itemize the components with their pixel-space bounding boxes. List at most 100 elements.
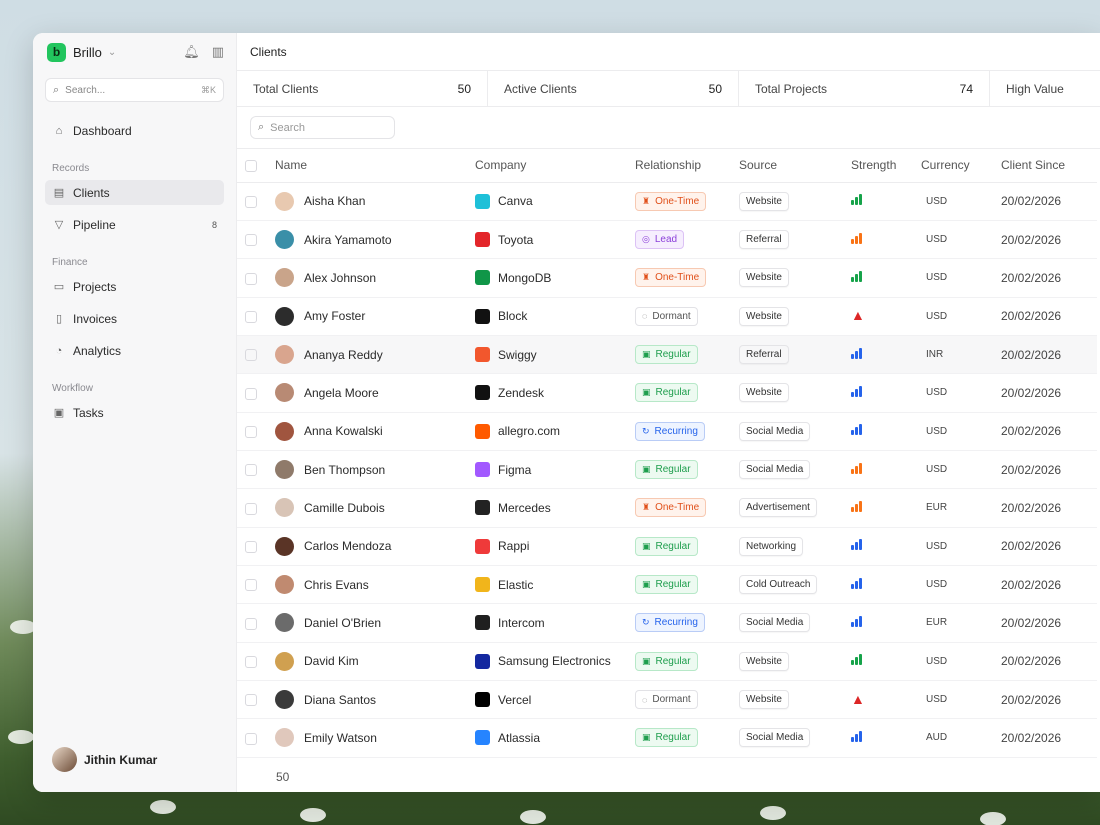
search-icon: ⌕ — [53, 83, 60, 96]
relationship-label: One-Time — [655, 502, 700, 514]
table-row[interactable]: Diana Santos Vercel ◌ Dormant Website ▲ USD 20/… — [237, 680, 1097, 720]
company-name: Toyota — [498, 232, 534, 247]
relationship-label: Regular — [655, 349, 691, 361]
client-name[interactable]: Carlos Mendoza — [304, 539, 391, 553]
table-row[interactable]: Anna Kowalski allegro.com ↻ Recurring Social… — [237, 412, 1097, 451]
avatar — [275, 345, 294, 365]
row-checkbox[interactable] — [245, 311, 257, 324]
sidebar-item-tasks[interactable]: ▣ Tasks — [45, 400, 224, 425]
table-row[interactable]: Akira Yamamoto Toyota ◎ Lead Referral USD 20/0… — [237, 220, 1097, 260]
row-checkbox[interactable] — [245, 349, 257, 362]
row-checkbox[interactable] — [245, 502, 257, 515]
table-row[interactable]: Amy Foster Block ◌ Dormant Website ▲ USD 20/02/… — [237, 297, 1097, 336]
row-checkbox[interactable] — [245, 732, 257, 745]
client-name[interactable]: Daniel O'Brien — [304, 616, 381, 630]
company-name: Elastic — [498, 577, 534, 592]
table-row[interactable]: Chris Evans Elastic ▣ Regular Cold Outreach U… — [237, 565, 1097, 605]
folder-icon: ▭ — [53, 281, 65, 293]
table-row[interactable]: Carlos Mendoza Rappi ▣ Regular Networking USD… — [237, 527, 1097, 566]
table-header-row: Name Company Relationship Source Strengt… — [237, 149, 1097, 183]
table-row[interactable]: Daniel O'Brien Intercom ↻ Recurring Social M… — [237, 603, 1097, 643]
select-all-checkbox[interactable] — [245, 160, 257, 173]
chevron-down-icon[interactable]: ⌄ — [108, 47, 116, 58]
column-header-strength[interactable]: Strength — [851, 149, 921, 183]
sidebar-item-dashboard[interactable]: ⌂ Dashboard — [45, 118, 224, 143]
sidebar-item-projects[interactable]: ▭ Projects — [45, 274, 224, 299]
client-name[interactable]: Diana Santos — [304, 693, 376, 707]
workspace-switcher[interactable]: b Brillo ⌄ 🔔︎ ▥ — [33, 33, 236, 71]
relationship-icon: ▣ — [642, 464, 651, 475]
row-checkbox[interactable] — [245, 579, 257, 592]
relationship-icon: ▣ — [642, 579, 651, 590]
signal-strength-icon — [851, 424, 862, 436]
avatar — [275, 306, 294, 326]
table-row[interactable]: David Kim Samsung Electronics ▣ Regular Webs… — [237, 642, 1097, 681]
row-checkbox[interactable] — [245, 426, 257, 439]
client-since-date: 20/02/2026 — [1001, 692, 1062, 707]
column-header-name[interactable]: Name — [275, 149, 475, 183]
avatar — [275, 498, 294, 518]
column-header-client-since[interactable]: Client Since — [1001, 149, 1097, 183]
client-since-date: 20/02/2026 — [1001, 232, 1062, 247]
client-since-date: 20/02/2026 — [1001, 500, 1062, 515]
sidebar-toggle-icon[interactable]: ▥ — [212, 44, 224, 60]
stat-label: High Value — [1006, 81, 1064, 96]
column-header-company[interactable]: Company — [475, 149, 635, 183]
relationship-icon: ▣ — [642, 655, 651, 666]
sidebar-item-label: Analytics — [73, 343, 122, 358]
client-name[interactable]: Camille Dubois — [304, 501, 385, 515]
bell-icon[interactable]: 🔔︎ — [183, 44, 200, 60]
sidebar-item-clients[interactable]: ▤ Clients — [45, 180, 224, 205]
column-header-source[interactable]: Source — [739, 149, 851, 183]
row-checkbox[interactable] — [245, 234, 257, 247]
client-name[interactable]: Ben Thompson — [304, 463, 385, 477]
row-checkbox[interactable] — [245, 387, 257, 400]
relationship-label: One-Time — [655, 195, 700, 207]
client-since-date: 20/02/2026 — [1001, 347, 1062, 362]
sidebar-search-input[interactable]: ⌕ Search... ⌘K — [45, 78, 224, 102]
user-profile[interactable]: Jithin Kumar — [52, 747, 157, 772]
client-name[interactable]: Aisha Khan — [304, 194, 365, 208]
client-name[interactable]: Chris Evans — [304, 578, 369, 592]
column-header-currency[interactable]: Currency — [921, 149, 1001, 183]
source-tag: Website — [739, 306, 789, 326]
table-row[interactable]: Emily Watson Atlassia ▣ Regular Social Media… — [237, 718, 1097, 758]
table-row[interactable]: Ben Thompson Figma ▣ Regular Social Media USD… — [237, 450, 1097, 490]
client-name[interactable]: Angela Moore — [304, 386, 379, 400]
company-logo-icon — [475, 538, 490, 554]
column-header-relationship[interactable]: Relationship — [635, 149, 739, 183]
sidebar-item-invoices[interactable]: ▯ Invoices — [45, 306, 224, 331]
client-name[interactable]: Amy Foster — [304, 309, 365, 323]
row-checkbox[interactable] — [245, 541, 257, 554]
client-name[interactable]: Anna Kowalski — [304, 424, 383, 438]
sidebar-item-analytics[interactable]: ◔ Analytics — [45, 338, 224, 363]
client-name[interactable]: Ananya Reddy — [304, 348, 383, 362]
avatar — [275, 728, 294, 748]
relationship-badge: ◎ Lead — [635, 230, 685, 250]
table-row[interactable]: Camille Dubois Mercedes ♜ One-Time Advertise… — [237, 488, 1097, 528]
relationship-label: Recurring — [654, 425, 698, 437]
row-checkbox[interactable] — [245, 656, 257, 669]
avatar — [275, 421, 294, 441]
row-checkbox[interactable] — [245, 196, 257, 208]
table-row[interactable]: Ananya Reddy Swiggy ▣ Regular Referral INR 20/… — [237, 335, 1097, 375]
table-row[interactable]: Aisha Khan Canva ♜ One-Time Website USD 20/02/… — [237, 182, 1097, 221]
source-tag: Referral — [739, 230, 789, 250]
table-row[interactable]: Alex Johnson MongoDB ♜ One-Time Website USD 20… — [237, 258, 1097, 298]
table-search-input[interactable]: ⌕ Search — [250, 116, 395, 139]
relationship-icon: ↻ — [642, 617, 650, 628]
client-since-date: 20/02/2026 — [1001, 270, 1062, 285]
table-row[interactable]: Angela Moore Zendesk ▣ Regular Website USD 20/… — [237, 373, 1097, 413]
sidebar-item-pipeline[interactable]: ▽ Pipeline 8 — [45, 212, 224, 237]
client-name[interactable]: Alex Johnson — [304, 271, 376, 285]
row-checkbox[interactable] — [245, 272, 257, 285]
row-checkbox[interactable] — [245, 464, 257, 477]
row-checkbox[interactable] — [245, 694, 257, 707]
client-name[interactable]: Akira Yamamoto — [304, 233, 392, 247]
section-workflow: Workflow — [52, 383, 93, 394]
row-checkbox[interactable] — [245, 617, 257, 630]
signal-strength-icon — [851, 539, 862, 551]
signal-strength-icon — [851, 462, 862, 474]
client-name[interactable]: Emily Watson — [304, 731, 377, 745]
client-name[interactable]: David Kim — [304, 654, 359, 668]
